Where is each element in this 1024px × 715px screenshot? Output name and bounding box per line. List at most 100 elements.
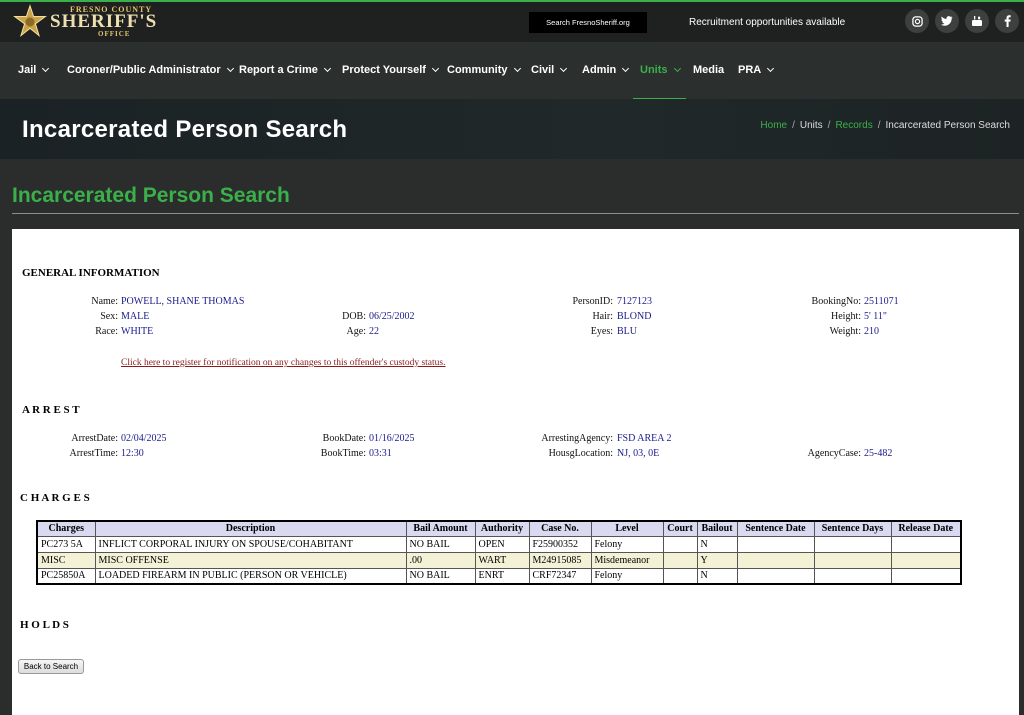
sentence-days — [813, 535, 892, 553]
nav-protect-label: Protect Yourself — [342, 64, 426, 76]
bail-amount: NO BAIL — [405, 535, 476, 553]
housing-location-label: HousgLocation: — [548, 448, 613, 459]
custody-notification-link[interactable]: Click here to register for notification … — [121, 358, 445, 368]
bookdate-label: BookDate: — [322, 433, 366, 444]
nav-units[interactable]: Units — [640, 64, 681, 76]
nav-civil-label: Civil — [531, 64, 555, 76]
col-bailout: Bailout — [696, 520, 738, 537]
breadcrumb-units[interactable]: Units — [800, 120, 823, 131]
nav-report-label: Report a Crime — [239, 64, 318, 76]
recruitment-link[interactable]: Recruitment opportunities available — [689, 17, 845, 28]
court — [662, 535, 698, 553]
col-bail-amount: Bail Amount — [405, 520, 476, 537]
bail-amount: .00 — [405, 551, 476, 569]
breadcrumb-home[interactable]: Home — [760, 120, 787, 131]
main-nav: Jail Coroner/Public Administrator Report… — [0, 42, 1024, 100]
case-no: F25900352 — [528, 535, 592, 553]
chevron-down-icon — [622, 64, 630, 73]
sentence-days — [813, 551, 892, 569]
chevron-down-icon — [560, 64, 568, 73]
bookingno-label: BookingNo: — [811, 296, 861, 307]
arresttime-value: 12:30 — [121, 448, 144, 459]
chevron-down-icon — [673, 64, 681, 73]
nav-report-a-crime[interactable]: Report a Crime — [239, 64, 331, 76]
site-search-button[interactable]: Search FresnoSheriff.org — [529, 12, 647, 33]
agency-case-value: 25-482 — [864, 448, 893, 459]
col-description: Description — [94, 520, 407, 537]
nav-admin[interactable]: Admin — [582, 64, 630, 76]
nav-pra-label: PRA — [738, 64, 762, 76]
dob-value: 06/25/2002 — [369, 311, 415, 322]
nav-civil[interactable]: Civil — [531, 64, 568, 76]
nav-pra[interactable]: PRA — [738, 64, 775, 76]
age-value: 22 — [369, 326, 379, 337]
page-title: Incarcerated Person Search — [12, 184, 290, 207]
race-value: WHITE — [121, 326, 154, 337]
sentence-date — [736, 551, 815, 569]
charge-description: MISC OFFENSE — [94, 551, 407, 569]
arresting-agency-value: FSD AREA 2 — [617, 433, 672, 444]
case-no: M24915085 — [528, 551, 592, 569]
authority: OPEN — [474, 535, 530, 553]
eyes-value: BLU — [617, 326, 637, 337]
sentence-days — [813, 567, 892, 585]
arrest-heading: A R R E S T — [22, 404, 80, 416]
nav-community-label: Community — [447, 64, 508, 76]
facebook-icon[interactable] — [995, 9, 1019, 33]
back-to-search-button[interactable]: Back to Search — [18, 659, 84, 674]
bookdate-value: 01/16/2025 — [369, 433, 415, 444]
col-level: Level — [590, 520, 664, 537]
bailout: Y — [696, 551, 738, 569]
booktime-value: 03:31 — [369, 448, 392, 459]
logo-office-text: OFFICE — [98, 30, 131, 38]
bailout: N — [696, 535, 738, 553]
twitter-icon[interactable] — [935, 9, 959, 33]
arrestdate-value: 02/04/2025 — [121, 433, 167, 444]
col-court: Court — [662, 520, 698, 537]
general-info-heading: GENERAL INFORMATION — [22, 267, 160, 279]
weight-value: 210 — [864, 326, 879, 337]
housing-location-value: NJ, 03, 0E — [617, 448, 660, 459]
charges-header-row: Charges Description Bail Amount Authorit… — [36, 520, 962, 537]
charge-code: PC25850A — [36, 567, 96, 585]
level: Felony — [590, 567, 664, 585]
court — [662, 551, 698, 569]
col-sentence-days: Sentence Days — [813, 520, 892, 537]
agency-case-label: AgencyCase: — [807, 448, 861, 459]
nav-community[interactable]: Community — [447, 64, 521, 76]
title-divider — [12, 213, 1019, 214]
holds-heading: H O L D S — [20, 619, 69, 631]
court — [662, 567, 698, 585]
nav-protect-yourself[interactable]: Protect Yourself — [342, 64, 439, 76]
sex-value: MALE — [121, 311, 150, 322]
youtube-icon[interactable] — [965, 9, 989, 33]
name-value: POWELL, SHANE THOMAS — [121, 296, 245, 307]
chevron-down-icon — [431, 64, 439, 73]
chevron-down-icon — [513, 64, 521, 73]
authority: WART — [474, 551, 530, 569]
level: Felony — [590, 535, 664, 553]
chevron-down-icon — [226, 64, 234, 73]
chevron-down-icon — [42, 64, 50, 73]
nav-units-label: Units — [640, 64, 668, 76]
nav-admin-label: Admin — [582, 64, 617, 76]
hair-value: BLOND — [617, 311, 652, 322]
weight-label: Weight: — [829, 326, 861, 337]
breadcrumb-separator: / — [877, 120, 881, 131]
sheriff-star-icon — [13, 4, 47, 38]
nav-coroner[interactable]: Coroner/Public Administrator — [67, 64, 234, 76]
charge-code: PC273 5A — [36, 535, 96, 553]
bail-amount: NO BAIL — [405, 567, 476, 585]
nav-media[interactable]: Media — [693, 64, 724, 76]
sheriff-logo[interactable]: FRESNO COUNTY SHERIFF'S OFFICE — [10, 3, 185, 41]
table-row: PC273 5A INFLICT CORPORAL INJURY ON SPOU… — [36, 535, 962, 553]
table-row: PC25850A LOADED FIREARM IN PUBLIC (PERSO… — [36, 567, 962, 585]
instagram-icon[interactable] — [905, 9, 929, 33]
nav-jail-label: Jail — [18, 64, 37, 76]
charge-description: INFLICT CORPORAL INJURY ON SPOUSE/COHABI… — [94, 535, 407, 553]
breadcrumb-records[interactable]: Records — [835, 120, 872, 131]
height-value: 5' 11" — [864, 311, 888, 322]
breadcrumb-separator: / — [827, 120, 831, 131]
hair-label: Hair: — [592, 311, 613, 322]
nav-jail[interactable]: Jail — [18, 64, 50, 76]
